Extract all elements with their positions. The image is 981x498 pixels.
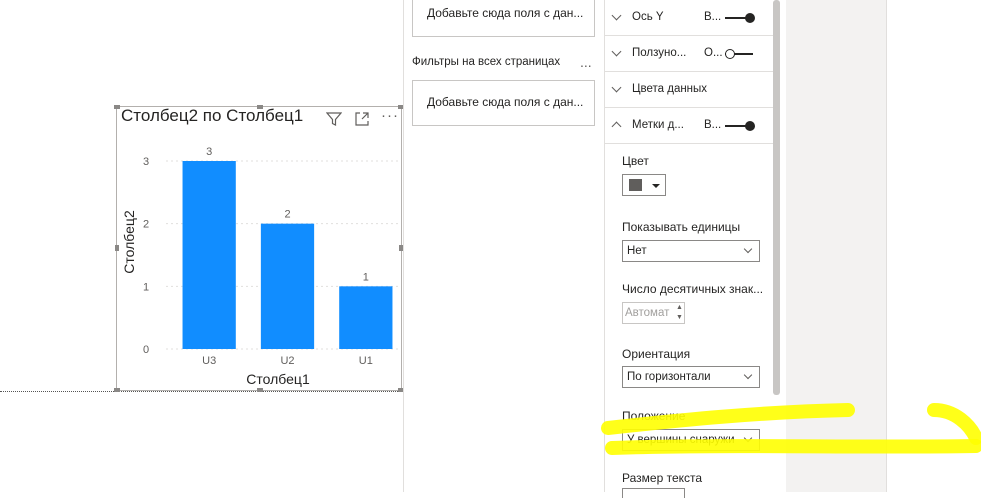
data-label: 3	[206, 146, 212, 158]
y-tick-label: 0	[143, 344, 149, 356]
canvas-boundary	[0, 391, 402, 392]
filters-all-pages-label: Фильтры на всех страницах	[412, 56, 561, 68]
y-tick-label: 3	[143, 156, 149, 168]
caret-down-icon	[652, 184, 660, 188]
x-tick-label: U3	[202, 355, 216, 367]
chevron-up-icon	[611, 121, 622, 132]
bar-chart: 3 2 1 0 1 2 3 U3 U2 U1 Столбец1 Столбец2	[121, 146, 401, 387]
highlight-stroke	[927, 403, 981, 445]
filter-well-all-pages[interactable]: Добавьте сюда поля с дан...	[412, 80, 595, 126]
toggle-zoom-slider[interactable]	[725, 49, 753, 59]
orientation-label: Ориентация	[622, 347, 691, 361]
color-picker[interactable]	[622, 174, 666, 196]
y-axis-title: Столбец2	[121, 210, 137, 274]
section-data-colors[interactable]: Цвета данных	[605, 72, 773, 108]
chevron-down-icon	[743, 244, 753, 254]
position-dropdown[interactable]: У вершины снаружи	[622, 429, 760, 451]
section-zoom-slider[interactable]: Ползуно... О...	[605, 36, 773, 72]
pane-divider	[886, 0, 887, 492]
orientation-dropdown[interactable]: По горизонтали	[622, 366, 760, 388]
y-tick-label: 2	[143, 219, 149, 231]
bar	[339, 286, 393, 349]
more-options-icon[interactable]: ···	[381, 107, 399, 124]
text-size-input[interactable]	[622, 488, 685, 498]
x-axis-title: Столбец1	[246, 371, 310, 387]
fields-pane-edge	[786, 0, 886, 492]
spin-up-icon[interactable]: ▲	[676, 304, 683, 311]
chevron-down-icon	[611, 46, 622, 57]
chevron-down-icon	[611, 82, 622, 93]
filter-icon[interactable]	[326, 111, 342, 127]
decimal-places-input[interactable]: Автомат ▲ ▼	[622, 302, 685, 324]
display-units-label: Показывать единицы	[622, 220, 741, 234]
section-y-axis[interactable]: Ось Y В...	[605, 0, 773, 36]
toggle-data-labels[interactable]	[725, 121, 755, 131]
resize-handle[interactable]	[114, 105, 120, 109]
chevron-down-icon	[611, 10, 622, 21]
data-label: 2	[284, 209, 290, 221]
format-pane-scrollbar[interactable]	[773, 0, 780, 395]
data-label: 1	[363, 271, 369, 283]
color-label: Цвет	[622, 154, 649, 168]
spin-down-icon[interactable]: ▼	[676, 314, 683, 321]
chevron-down-icon	[743, 370, 753, 380]
y-tick-label: 1	[143, 281, 149, 293]
chevron-down-icon	[743, 433, 753, 443]
more-options-icon[interactable]: ...	[580, 54, 592, 70]
bar	[182, 161, 236, 349]
section-data-labels[interactable]: Метки д... В...	[605, 108, 773, 144]
filter-well-this-page[interactable]: Добавьте сюда поля с дан...	[412, 0, 595, 37]
display-units-dropdown[interactable]: Нет	[622, 240, 760, 262]
focus-mode-icon[interactable]	[354, 111, 370, 127]
text-size-label: Размер текста	[622, 471, 703, 485]
decimal-places-label: Число десятичных знак...	[622, 282, 764, 296]
x-tick-label: U2	[280, 355, 294, 367]
visual-title: Столбец2 по Столбец1	[121, 106, 304, 125]
x-tick-label: U1	[359, 355, 373, 367]
color-swatch	[629, 179, 642, 191]
position-label: Положение	[622, 409, 686, 423]
toggle-y-axis[interactable]	[725, 13, 755, 23]
filters-pane-divider	[403, 0, 404, 492]
bar	[260, 223, 315, 349]
